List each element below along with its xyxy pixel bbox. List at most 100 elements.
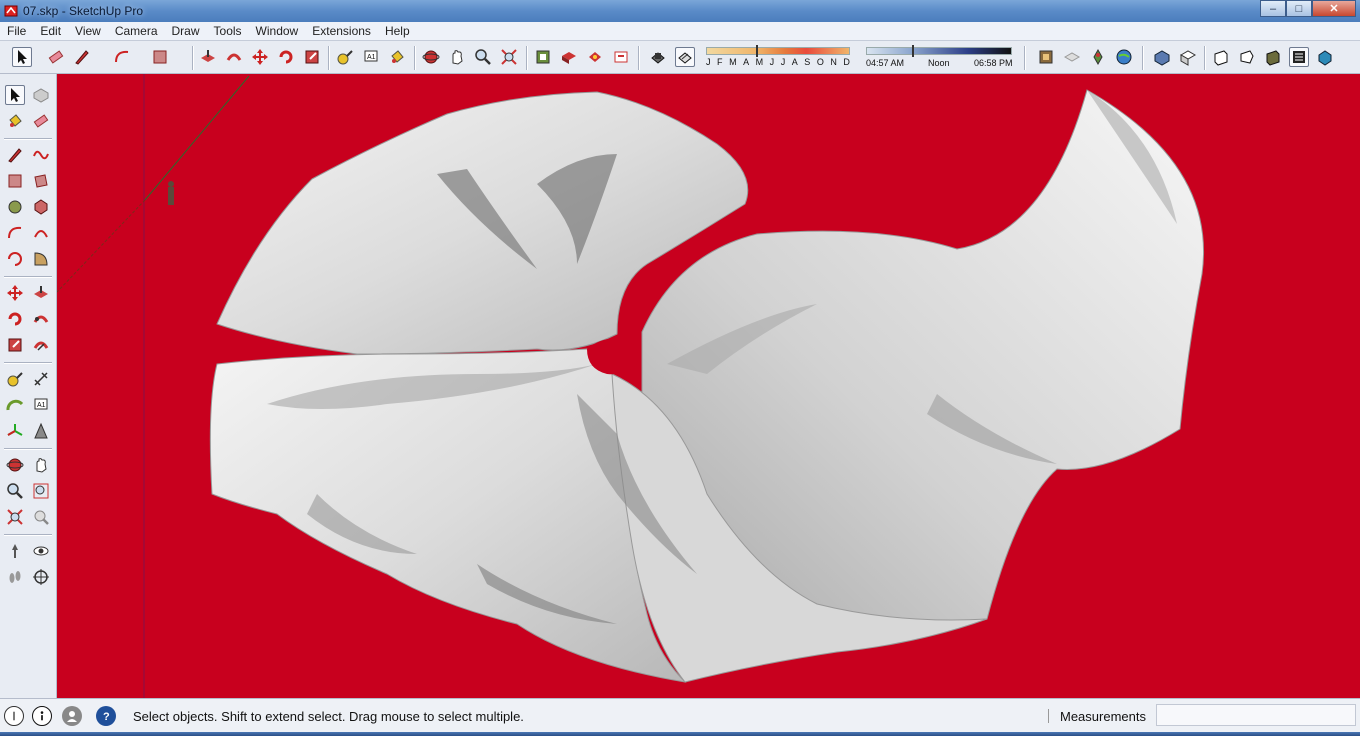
zoom-extents-tool-icon[interactable] (5, 507, 25, 527)
user-account-icon[interactable] (62, 706, 82, 726)
monochrome-icon[interactable] (1315, 47, 1335, 67)
zoom-icon[interactable] (473, 47, 493, 67)
zoom-tool-icon[interactable] (5, 481, 25, 501)
shaded-icon[interactable] (1062, 47, 1082, 67)
scale-icon[interactable] (302, 47, 322, 67)
measurements-input[interactable] (1156, 704, 1356, 726)
menu-tools[interactable]: Tools (207, 24, 249, 38)
menu-file[interactable]: File (0, 24, 33, 38)
shadow-time-handle[interactable] (912, 45, 914, 57)
zoom-extents-icon[interactable] (499, 47, 519, 67)
pan-icon[interactable] (447, 47, 467, 67)
dimension-tool-icon[interactable] (31, 369, 51, 389)
maximize-button[interactable]: □ (1286, 0, 1312, 17)
eraser-icon[interactable] (46, 47, 66, 67)
extension-icon[interactable] (611, 47, 631, 67)
previous-view-icon[interactable] (31, 507, 51, 527)
text-icon[interactable]: A1 (361, 47, 381, 67)
status-bar: ? Select objects. Shift to extend select… (0, 698, 1360, 732)
rectangle-icon[interactable] (150, 47, 170, 67)
menu-draw[interactable]: Draw (165, 24, 207, 38)
polygon-tool-icon[interactable] (31, 197, 51, 217)
shadow-month-handle[interactable] (756, 45, 758, 57)
3d-text-tool-icon[interactable] (31, 421, 51, 441)
offset-tool-icon[interactable] (31, 335, 51, 355)
circle-tool-icon[interactable] (5, 197, 25, 217)
menu-extensions[interactable]: Extensions (305, 24, 378, 38)
back-view-icon[interactable] (1263, 47, 1283, 67)
move-tool-icon[interactable] (5, 283, 25, 303)
x-ray-icon[interactable] (648, 47, 668, 67)
paint-bucket-icon[interactable] (387, 47, 407, 67)
menu-help[interactable]: Help (378, 24, 417, 38)
left-view-icon[interactable] (1289, 47, 1309, 67)
modeling-viewport[interactable] (57, 74, 1360, 698)
minimize-button[interactable]: – (1260, 0, 1286, 17)
three-point-arc-icon[interactable] (5, 249, 25, 269)
time-noon-label: Noon (928, 58, 950, 68)
walk-icon[interactable] (5, 567, 25, 587)
axes-tool-icon[interactable] (5, 421, 25, 441)
menu-edit[interactable]: Edit (33, 24, 68, 38)
large-toolset: A1 (0, 74, 57, 698)
follow-me-icon[interactable] (224, 47, 244, 67)
select-icon[interactable] (12, 47, 32, 67)
arc-icon[interactable] (112, 47, 132, 67)
make-component-icon[interactable] (31, 85, 51, 105)
back-edges-icon[interactable] (675, 47, 695, 67)
follow-me-tool-icon[interactable] (31, 309, 51, 329)
house-icon[interactable] (1036, 47, 1056, 67)
menu-window[interactable]: Window (249, 24, 306, 38)
rotate-tool-icon[interactable] (5, 309, 25, 329)
geo-location-status-icon[interactable] (4, 706, 24, 726)
rectangle-tool-icon[interactable] (5, 171, 25, 191)
globe-icon[interactable] (1114, 47, 1134, 67)
rotated-rectangle-icon[interactable] (31, 171, 51, 191)
paint-bucket-tool-icon[interactable] (5, 111, 25, 131)
svg-text:A1: A1 (367, 54, 376, 61)
select-tool-icon[interactable] (5, 85, 25, 105)
tape-measure-icon[interactable] (335, 47, 355, 67)
orbit-icon[interactable] (421, 47, 441, 67)
push-pull-icon[interactable] (198, 47, 218, 67)
push-pull-tool-icon[interactable] (31, 283, 51, 303)
pie-tool-icon[interactable] (31, 249, 51, 269)
two-point-arc-icon[interactable] (31, 223, 51, 243)
shadow-month-labels: J F M A M J J A S O N D (706, 57, 850, 67)
front-view-icon[interactable] (1211, 47, 1231, 67)
shadow-month-slider[interactable] (706, 47, 850, 55)
move-icon[interactable] (250, 47, 270, 67)
geo-location-icon[interactable] (1088, 47, 1108, 67)
pan-tool-icon[interactable] (31, 455, 51, 475)
iso-view-icon[interactable] (1152, 47, 1172, 67)
close-button[interactable]: ✕ (1312, 0, 1356, 17)
menu-camera[interactable]: Camera (108, 24, 165, 38)
line-tool-icon[interactable] (5, 145, 25, 165)
help-icon[interactable]: ? (96, 706, 116, 726)
components-icon[interactable] (559, 47, 579, 67)
text-tool-icon[interactable]: A1 (31, 395, 51, 415)
top-view-icon[interactable] (1178, 47, 1198, 67)
menu-view[interactable]: View (68, 24, 108, 38)
freehand-tool-icon[interactable] (31, 145, 51, 165)
protractor-tool-icon[interactable] (5, 395, 25, 415)
pencil-icon[interactable] (72, 47, 92, 67)
eraser-tool-icon[interactable] (31, 111, 51, 131)
look-around-icon[interactable] (31, 541, 51, 561)
tape-measure-tool-icon[interactable] (5, 369, 25, 389)
section-plane-icon[interactable] (31, 567, 51, 587)
scale-tool-icon[interactable] (5, 335, 25, 355)
title-bar: 07.skp - SketchUp Pro – □ ✕ (0, 0, 1360, 22)
position-camera-icon[interactable] (5, 541, 25, 561)
shadow-time-slider[interactable] (866, 47, 1012, 55)
zoom-window-icon[interactable] (31, 481, 51, 501)
arc-tool-icon[interactable] (5, 223, 25, 243)
time-end-label: 06:58 PM (974, 58, 1013, 68)
credits-icon[interactable] (32, 706, 52, 726)
right-view-icon[interactable] (1237, 47, 1257, 67)
warehouse-icon[interactable] (533, 47, 553, 67)
orbit-tool-icon[interactable] (5, 455, 25, 475)
share-model-icon[interactable] (585, 47, 605, 67)
rotate-icon[interactable] (276, 47, 296, 67)
petal-surface-model[interactable] (209, 89, 1204, 683)
